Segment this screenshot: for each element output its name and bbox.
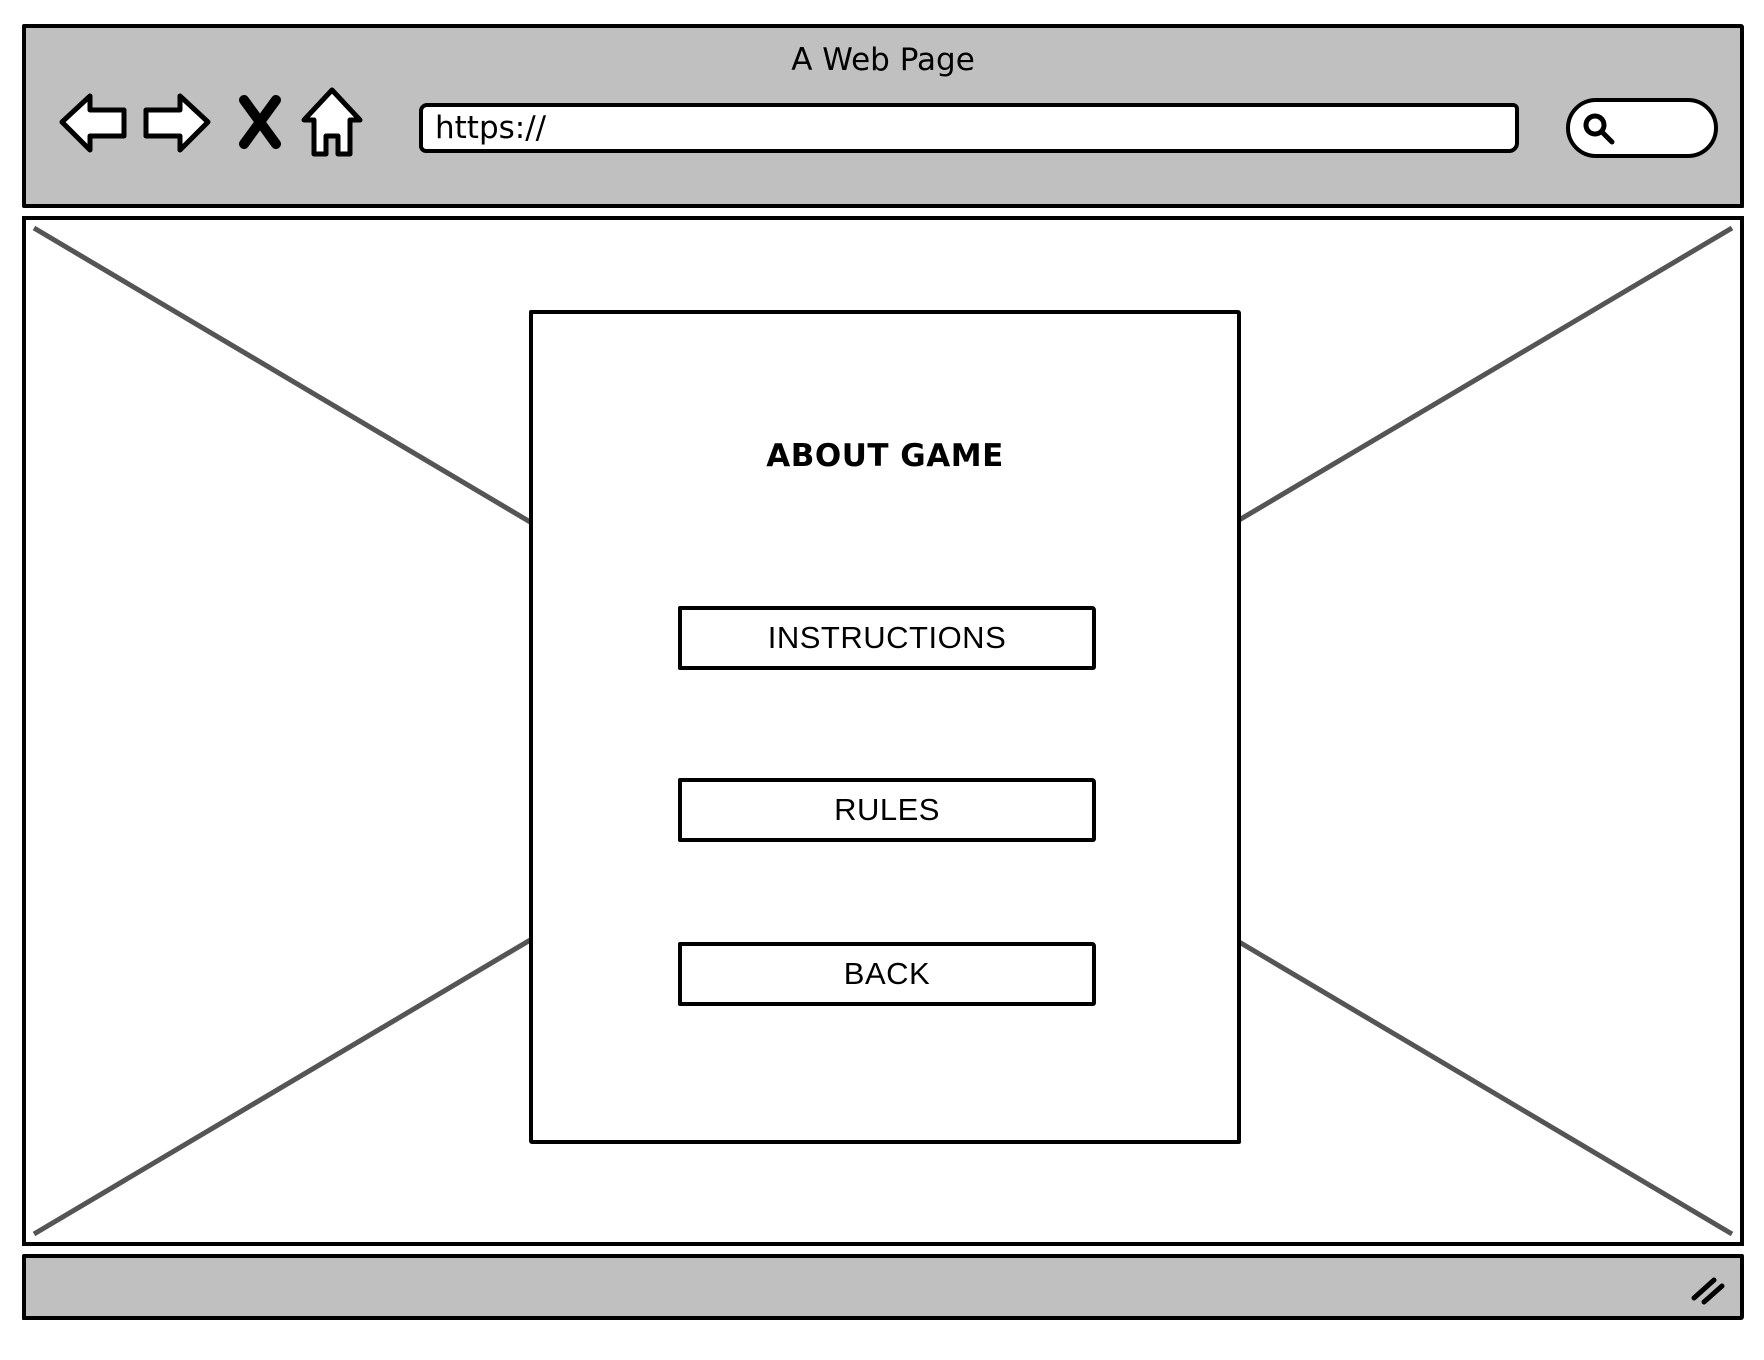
panel-title: ABOUT GAME <box>766 438 1004 474</box>
resize-grip-icon[interactable] <box>1688 1268 1728 1308</box>
search-input[interactable] <box>1566 98 1718 158</box>
page-content: ABOUT GAME INSTRUCTIONS RULES BACK <box>22 216 1744 1246</box>
browser-toolbar: A Web Page https:// <box>22 24 1744 208</box>
forward-arrow-icon[interactable] <box>138 84 214 160</box>
url-input[interactable]: https:// <box>419 103 1519 153</box>
search-icon <box>1583 113 1615 145</box>
about-game-panel: ABOUT GAME INSTRUCTIONS RULES BACK <box>529 310 1241 1144</box>
back-arrow-icon[interactable] <box>56 84 132 160</box>
back-button[interactable]: BACK <box>678 942 1096 1006</box>
rules-button[interactable]: RULES <box>678 778 1096 842</box>
browser-window: A Web Page https:// ABOUT GAME INSTRUCTI… <box>22 24 1744 1320</box>
stop-icon[interactable] <box>222 84 298 160</box>
home-icon[interactable] <box>294 84 370 160</box>
status-bar <box>22 1254 1744 1320</box>
window-title: A Web Page <box>791 42 975 78</box>
instructions-button[interactable]: INSTRUCTIONS <box>678 606 1096 670</box>
